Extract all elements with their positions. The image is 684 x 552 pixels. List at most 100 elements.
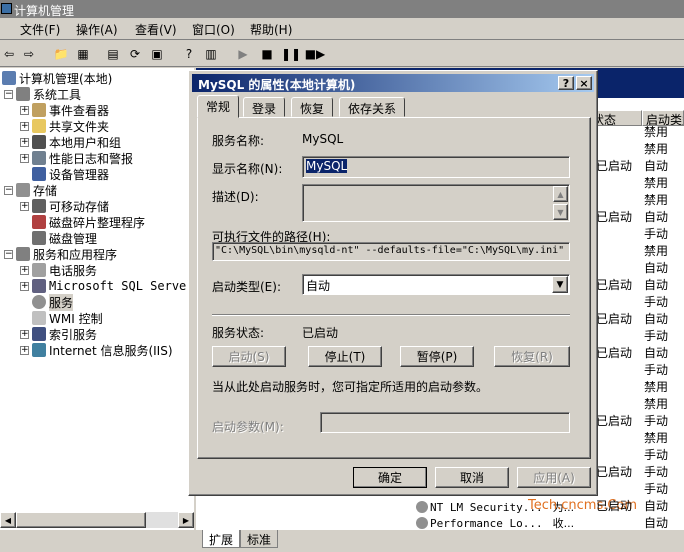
collapse-icon[interactable]: − bbox=[4, 185, 13, 195]
properties-dialog: MySQL 的属性(本地计算机) ? × 常规 登录 恢复 依存关系 服务名称:… bbox=[188, 70, 598, 496]
tree-item-disk-management[interactable]: 磁盘管理 bbox=[32, 230, 97, 246]
export-list-icon[interactable]: ▣ bbox=[148, 45, 166, 63]
tree-root[interactable]: 计算机管理(本地) bbox=[2, 70, 112, 86]
tree-item-perf-logs[interactable]: + 性能日志和警报 bbox=[20, 150, 133, 166]
menu-action[interactable]: 操作(A) bbox=[76, 21, 118, 38]
menu-window[interactable]: 窗口(O) bbox=[192, 21, 235, 38]
properties-icon[interactable]: ▤ bbox=[104, 45, 122, 63]
list-item[interactable]: Performance Lo... 收... bbox=[416, 515, 574, 531]
description-field[interactable]: ▲ ▼ bbox=[302, 184, 570, 222]
tree-item-services-apps[interactable]: − 服务和应用程序 bbox=[4, 246, 117, 262]
expand-icon[interactable]: + bbox=[20, 105, 29, 115]
tab-general[interactable]: 常规 bbox=[197, 95, 240, 118]
startup-type-label: 启动类型(E): bbox=[212, 280, 281, 294]
service-startup-cell: 手动 bbox=[644, 295, 669, 309]
tree-item-telephony[interactable]: + 电话服务 bbox=[20, 262, 97, 278]
expand-icon[interactable]: + bbox=[20, 121, 29, 131]
scroll-left-button[interactable]: ◀ bbox=[0, 512, 16, 528]
app-icon bbox=[1, 3, 12, 14]
start-button[interactable]: 启动(S) bbox=[212, 346, 286, 367]
start-params-field[interactable] bbox=[320, 412, 570, 433]
expand-icon[interactable]: + bbox=[20, 329, 29, 339]
play-icon[interactable]: ▶ bbox=[234, 45, 252, 63]
pause-button[interactable]: 暂停(P) bbox=[400, 346, 474, 367]
apply-button[interactable]: 应用(A) bbox=[517, 467, 591, 488]
scroll-up-button[interactable]: ▲ bbox=[553, 186, 568, 202]
sql-server-icon bbox=[32, 279, 46, 293]
pause-icon[interactable]: ❚❚ bbox=[281, 45, 301, 63]
tree-item-system-tools[interactable]: − 系统工具 bbox=[4, 86, 81, 102]
close-button[interactable]: × bbox=[576, 76, 592, 90]
service-startup-cell: 禁用 bbox=[644, 176, 669, 190]
show-tree-icon[interactable]: ▦ bbox=[74, 45, 92, 63]
expand-icon[interactable]: + bbox=[20, 153, 29, 163]
forward-arrow-icon[interactable]: ⇨ bbox=[20, 45, 38, 63]
tab-extended[interactable]: 扩展 bbox=[202, 530, 241, 548]
service-startup-cell: 手动 bbox=[644, 329, 669, 343]
expand-icon[interactable]: + bbox=[20, 345, 29, 355]
scroll-right-button[interactable]: ▶ bbox=[178, 512, 194, 528]
refresh-icon[interactable]: ⟳ bbox=[126, 45, 144, 63]
service-startup-cell: 自动 bbox=[644, 278, 669, 292]
tab-page-general: 服务名称: MySQL 显示名称(N): MySQL 描述(D): ▲ ▼ 可执… bbox=[197, 117, 591, 459]
ok-button[interactable]: 确定 bbox=[353, 467, 427, 488]
tools-icon bbox=[16, 87, 30, 101]
menu-view[interactable]: 查看(V) bbox=[135, 21, 177, 38]
collapse-icon[interactable]: − bbox=[4, 89, 13, 99]
telephony-icon bbox=[32, 263, 46, 277]
service-startup-cell: 自动 bbox=[644, 312, 669, 326]
services-apps-icon bbox=[16, 247, 30, 261]
stop-button[interactable]: 停止(T) bbox=[308, 346, 382, 367]
exe-path-field[interactable]: "C:\MySQL\bin\mysqld-nt" --defaults-file… bbox=[212, 242, 570, 261]
mmc-icon[interactable]: ▥ bbox=[202, 45, 220, 63]
service-startup-cell: 手动 bbox=[644, 363, 669, 377]
tree-item-local-users[interactable]: + 本地用户和组 bbox=[20, 134, 121, 150]
stop-icon[interactable]: ■ bbox=[258, 45, 276, 63]
resume-button[interactable]: 恢复(R) bbox=[494, 346, 570, 367]
service-status-cell: 已启动 bbox=[596, 346, 633, 360]
tab-logon[interactable]: 登录 bbox=[243, 97, 286, 117]
display-name-field[interactable]: MySQL bbox=[302, 156, 570, 178]
tree-item-storage[interactable]: − 存储 bbox=[4, 182, 57, 198]
tree-item-device-manager[interactable]: 设备管理器 bbox=[32, 166, 109, 182]
expand-icon[interactable]: + bbox=[20, 265, 29, 275]
menu-file[interactable]: 文件(F) bbox=[20, 21, 60, 38]
cancel-button[interactable]: 取消 bbox=[435, 467, 509, 488]
tree-item-sql-servers[interactable]: + Microsoft SQL Servers bbox=[20, 278, 201, 294]
separator bbox=[212, 314, 570, 316]
service-startup-cell: 自动 bbox=[644, 261, 669, 275]
scroll-down-button[interactable]: ▼ bbox=[553, 204, 568, 220]
tree-item-shared-folders[interactable]: + 共享文件夹 bbox=[20, 118, 109, 134]
tab-dependencies[interactable]: 依存关系 bbox=[339, 97, 406, 117]
back-arrow-icon[interactable]: ⇦ bbox=[0, 45, 18, 63]
tree-item-indexing[interactable]: + 索引服务 bbox=[20, 326, 97, 342]
expand-icon[interactable]: + bbox=[20, 137, 29, 147]
tree-item-event-viewer[interactable]: + 事件查看器 bbox=[20, 102, 109, 118]
tree-item-defrag[interactable]: 磁盘碎片整理程序 bbox=[32, 214, 145, 230]
service-startup-cell: 禁用 bbox=[644, 142, 669, 156]
tree-item-removable-storage[interactable]: + 可移动存储 bbox=[20, 198, 109, 214]
main-window-title: 计算机管理 bbox=[14, 4, 75, 18]
expand-icon[interactable]: + bbox=[20, 281, 29, 291]
tree-item-wmi[interactable]: WMI 控制 bbox=[32, 310, 103, 326]
event-viewer-icon bbox=[32, 103, 46, 117]
removable-storage-icon bbox=[32, 199, 46, 213]
expand-icon[interactable]: + bbox=[20, 201, 29, 211]
up-folder-icon[interactable]: 📁 bbox=[52, 45, 70, 63]
tab-recovery[interactable]: 恢复 bbox=[291, 97, 334, 117]
tab-standard[interactable]: 标准 bbox=[240, 530, 279, 548]
tree-item-services[interactable]: 服务 bbox=[32, 293, 74, 311]
scroll-thumb[interactable] bbox=[16, 512, 146, 528]
startup-type-select[interactable]: 自动 ▼ bbox=[302, 274, 570, 295]
help-button[interactable]: ? bbox=[558, 76, 574, 90]
tree-hscrollbar[interactable]: ◀ ▶ bbox=[0, 512, 194, 528]
menu-help[interactable]: 帮助(H) bbox=[250, 21, 292, 38]
wmi-icon bbox=[32, 311, 46, 325]
chevron-down-icon[interactable]: ▼ bbox=[552, 276, 568, 293]
tree-item-iis[interactable]: + Internet 信息服务(IIS) bbox=[20, 342, 173, 358]
restart-icon[interactable]: ■▶ bbox=[305, 45, 326, 63]
collapse-icon[interactable]: − bbox=[4, 249, 13, 259]
service-startup-cell: 禁用 bbox=[644, 125, 669, 139]
help-icon[interactable]: ? bbox=[180, 45, 198, 63]
display-name-label: 显示名称(N): bbox=[212, 162, 283, 176]
